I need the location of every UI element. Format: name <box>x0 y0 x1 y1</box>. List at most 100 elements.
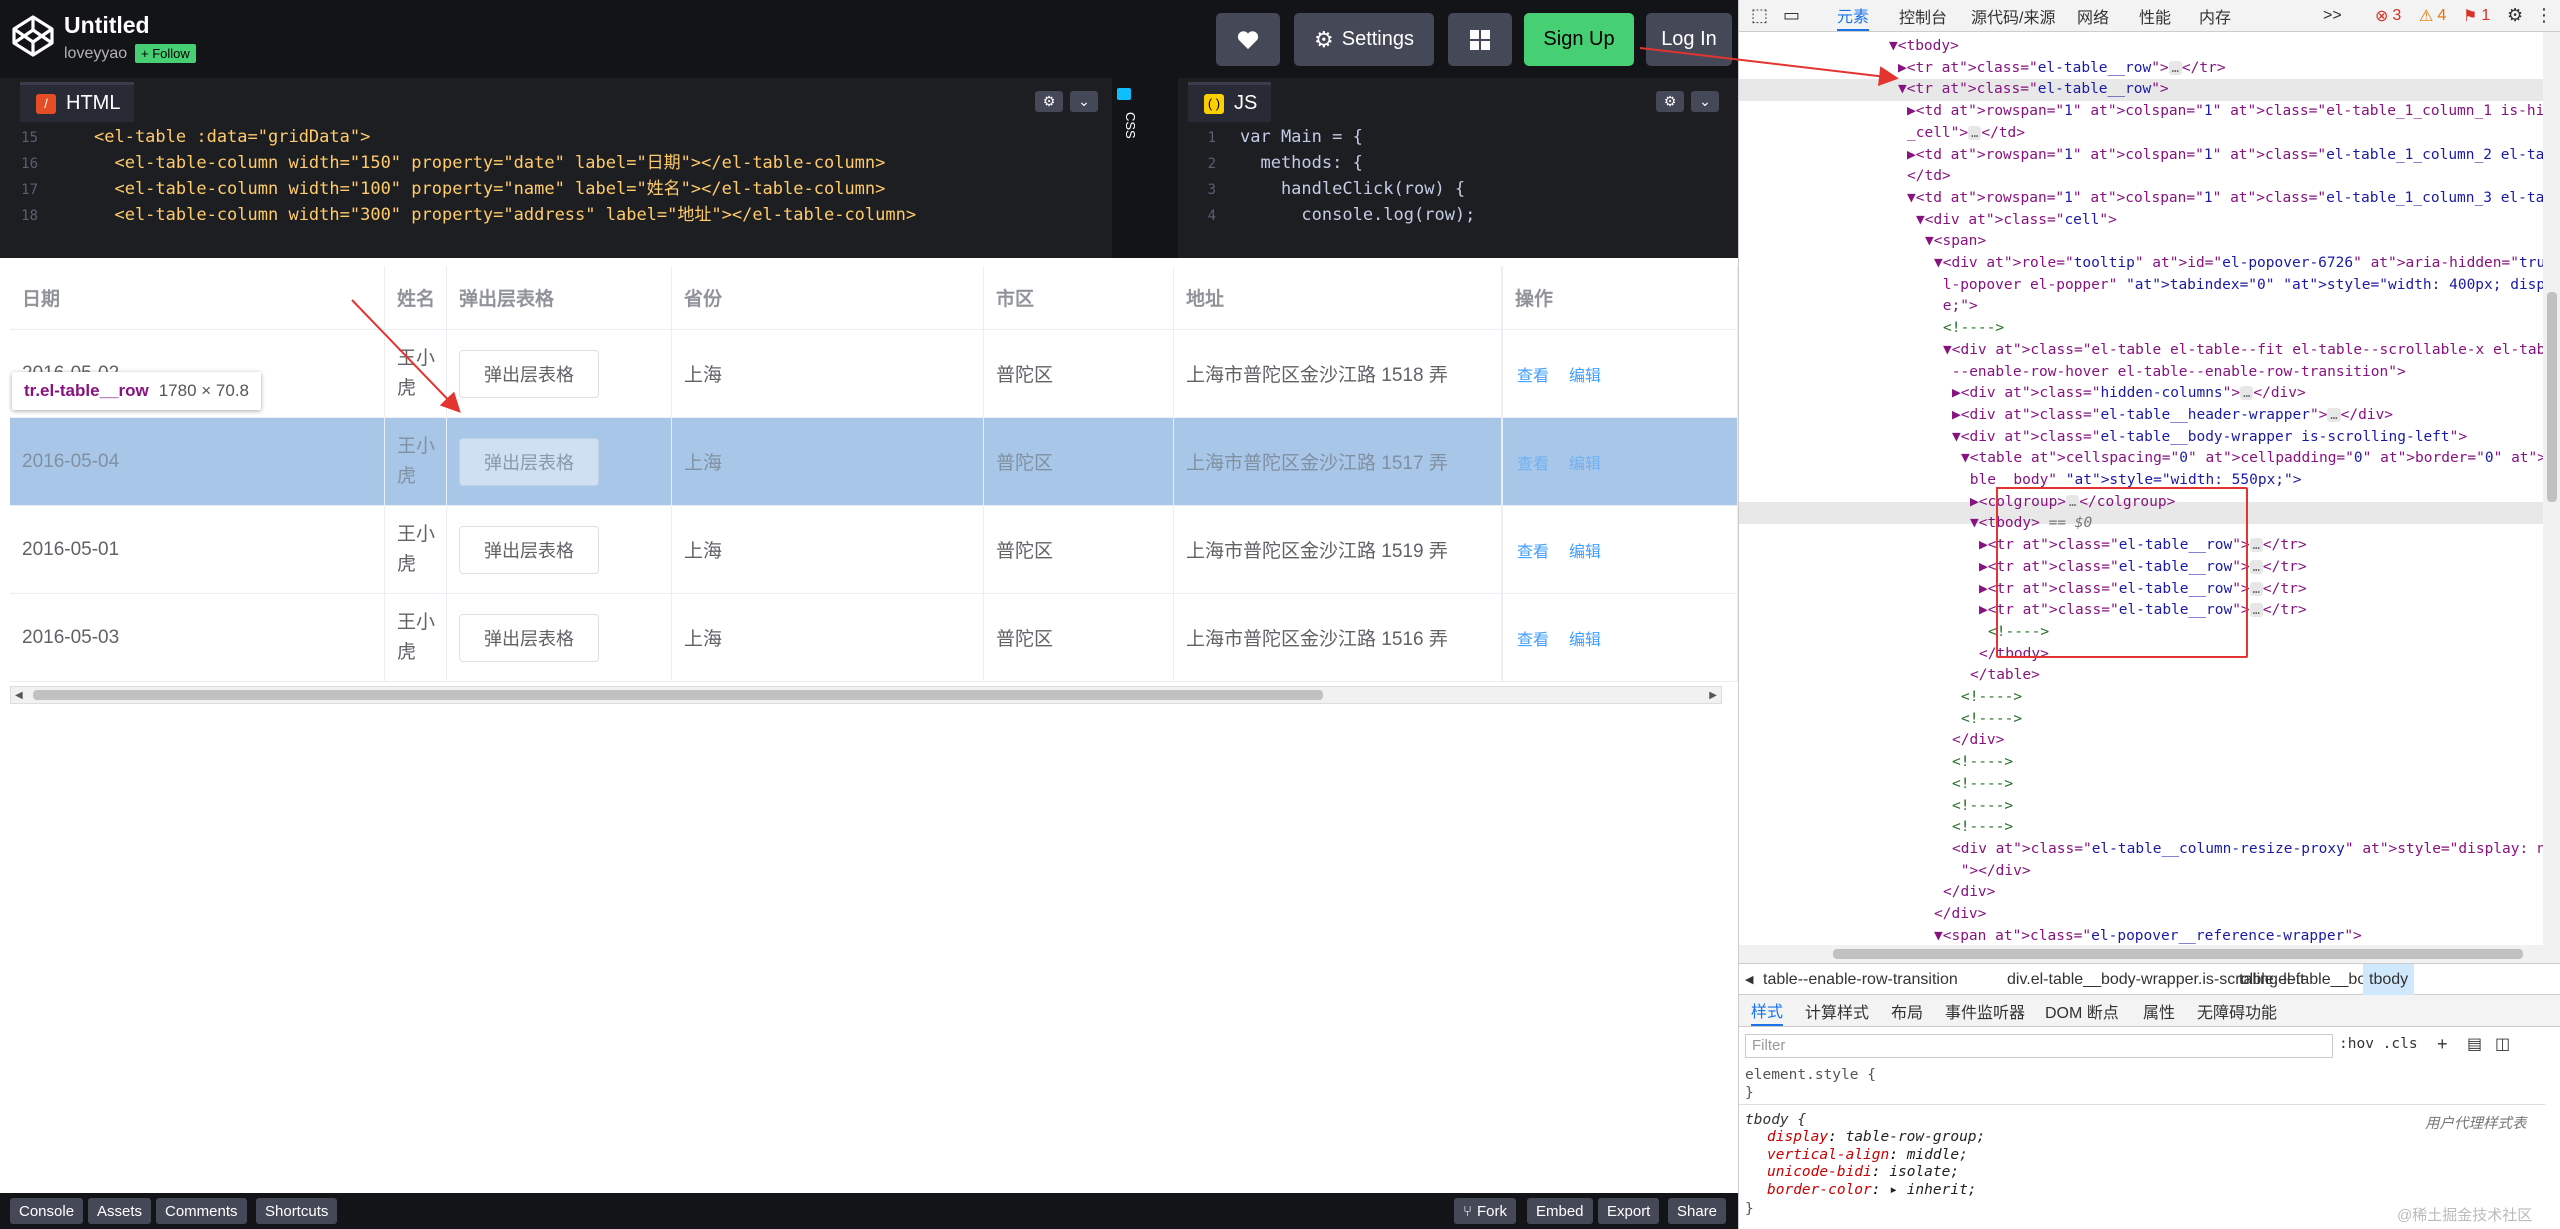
login-button[interactable]: Log In <box>1646 13 1732 66</box>
tbody-rule-selector[interactable]: tbody { <box>1745 1112 1806 1128</box>
new-rule-icon[interactable]: + <box>2437 1034 2448 1055</box>
element-style-rule[interactable]: element.style { <box>1745 1067 1876 1083</box>
dom-vertical-scrollbar[interactable] <box>2543 32 2560 945</box>
popover-table-button[interactable]: 弹出层表格 <box>459 437 599 486</box>
dom-node-line[interactable]: e;"> <box>1934 296 1978 318</box>
inspect-element-icon[interactable]: ⬚ <box>1751 0 1768 31</box>
sidebar-toggle-icon[interactable]: ◫ <box>2495 1034 2510 1054</box>
dom-node-line[interactable]: "></div> <box>1952 861 2031 883</box>
codepen-logo-icon[interactable] <box>10 13 56 59</box>
dom-node-line[interactable]: ▼<div at">class="el-table el-table--fit … <box>1943 340 2543 362</box>
edit-link[interactable]: 编辑 <box>1569 362 1601 386</box>
edit-link[interactable]: 编辑 <box>1569 450 1601 474</box>
devtools-tab[interactable]: 源代码/来源 <box>1971 0 2055 31</box>
dom-node-line[interactable]: _cell">… </td> <box>1907 123 2025 145</box>
share-button[interactable]: Share <box>1668 1198 1727 1224</box>
dom-node-line[interactable]: ▼<tr at">class="el-table__row"> <box>1898 79 2169 101</box>
header-popover[interactable]: 弹出层表格 <box>447 266 672 329</box>
devtools-tab[interactable]: 元素 <box>1837 0 1870 31</box>
dom-node-line[interactable]: </div> <box>1934 904 1986 926</box>
dom-node-line[interactable]: <!----> <box>1961 687 2022 709</box>
dom-node-line[interactable]: </td> <box>1907 166 1951 188</box>
view-link[interactable]: 查看 <box>1517 626 1549 650</box>
dom-node-line[interactable]: ▼<td at">rowspan="1" at">colspan="1" at"… <box>1907 188 2543 210</box>
view-link[interactable]: 查看 <box>1517 450 1549 474</box>
header-address[interactable]: 地址 <box>1174 266 1502 329</box>
js-settings-button[interactable]: ⚙ <box>1656 91 1684 112</box>
dom-node-line[interactable]: ▼<div at">role="tooltip" at">id="el-popo… <box>1934 253 2543 275</box>
css-property[interactable]: vertical-align: middle; <box>1767 1147 1968 1163</box>
dom-node-line[interactable]: ▶<td at">rowspan="1" at">colspan="1" at"… <box>1907 145 2543 167</box>
layout-button[interactable] <box>1448 13 1512 66</box>
signup-button[interactable]: Sign Up <box>1524 13 1634 66</box>
styles-tab[interactable]: 无障碍功能 <box>2197 995 2277 1026</box>
popover-table-button[interactable]: 弹出层表格 <box>459 613 599 662</box>
styles-filter-input[interactable]: Filter <box>1745 1034 2333 1058</box>
table-row[interactable]: 2016-05-03 王小虎 弹出层表格 上海 普陀区 上海市普陀区金沙江路 1516 弄… <box>10 594 1738 682</box>
table-horizontal-scrollbar[interactable]: ◀ ▶ <box>10 686 1722 704</box>
computed-toggle-icon[interactable]: ▤ <box>2467 1034 2482 1054</box>
devtools-settings-icon[interactable]: ⚙ <box>2507 0 2523 31</box>
dom-node-line[interactable]: --enable-row-hover el-table--enable-row-… <box>1943 362 2406 384</box>
styles-tab[interactable]: DOM 断点 <box>2045 995 2119 1026</box>
header-date[interactable]: 日期 <box>10 266 385 329</box>
dom-node-line[interactable]: </table> <box>1970 665 2040 687</box>
edit-link[interactable]: 编辑 <box>1569 538 1601 562</box>
css-property[interactable]: unicode-bidi: isolate; <box>1767 1164 1959 1180</box>
popover-table-button[interactable]: 弹出层表格 <box>459 525 599 574</box>
breadcrumb-item[interactable]: table--enable-row-transition <box>1763 964 1958 995</box>
dom-node-line[interactable]: ▶<td at">rowspan="1" at">colspan="1" at"… <box>1907 101 2543 123</box>
devtools-menu-icon[interactable]: ⋮ <box>2535 0 2553 31</box>
dom-tree[interactable]: ▼<tbody> ▶<tr at">class="el-table__row">…… <box>1739 32 2543 945</box>
dom-node-line[interactable]: <!----> <box>1952 752 2013 774</box>
breadcrumb-item[interactable]: table.el-table__body <box>2239 964 2383 995</box>
html-code[interactable]: 15 <el-table :data="gridData"> 16 <el-tabl… <box>0 124 1112 258</box>
dom-node-line[interactable]: ▶<div at">class="el-table__header-wrappe… <box>1952 405 2393 427</box>
pen-author[interactable]: loveyyao <box>64 45 127 63</box>
styles-tab[interactable]: 计算样式 <box>1805 995 1869 1026</box>
css-property[interactable]: border-color: ▸ inherit; <box>1767 1182 1977 1198</box>
header-name[interactable]: 姓名 <box>385 266 447 329</box>
devtools-tab[interactable]: 网络 <box>2077 0 2109 31</box>
more-tabs-button[interactable]: >> <box>2323 0 2342 31</box>
devtools-tab[interactable]: 内存 <box>2199 0 2231 31</box>
breadcrumb-item[interactable]: tbody <box>2363 964 2415 995</box>
dom-node-line[interactable]: <!----> <box>1952 796 2013 818</box>
embed-button[interactable]: Embed <box>1527 1198 1593 1224</box>
dom-node-line[interactable]: ▼<div at">class="el-table__body-wrapper … <box>1952 427 2467 449</box>
dom-node-line[interactable]: ▶<tr at">class="el-table__row">… </tr> <box>1898 58 2226 80</box>
like-button[interactable] <box>1216 13 1280 66</box>
dom-node-line[interactable]: </div> <box>1943 882 1995 904</box>
table-row[interactable]: 2016-05-01 王小虎 弹出层表格 上海 普陀区 上海市普陀区金沙江路 1519 弄… <box>10 506 1738 594</box>
breadcrumb-back-icon[interactable]: ◀ <box>1745 964 1753 995</box>
styles-tab[interactable]: 布局 <box>1891 995 1923 1026</box>
js-collapse-button[interactable]: ⌄ <box>1691 91 1719 112</box>
scrollbar-thumb[interactable] <box>33 690 1323 700</box>
export-button[interactable]: Export <box>1598 1198 1660 1224</box>
console-button[interactable]: Console <box>10 1198 84 1224</box>
styles-tab[interactable]: 事件监听器 <box>1945 995 2025 1026</box>
assets-button[interactable]: Assets <box>88 1198 152 1224</box>
dom-node-line[interactable]: <!----> <box>1961 709 2022 731</box>
js-pane-tab[interactable]: ( ) JS <box>1188 82 1272 122</box>
dom-node-line[interactable]: <!----> <box>1943 318 2004 340</box>
dom-node-line[interactable]: <!----> <box>1952 774 2013 796</box>
settings-button[interactable]: ⚙ Settings <box>1294 13 1434 66</box>
devtools-tab[interactable]: 性能 <box>2139 0 2171 31</box>
hov-cls-toggles[interactable]: :hov .cls <box>2339 1036 2418 1052</box>
dom-node-line[interactable]: ▼<span> <box>1925 231 1986 253</box>
html-collapse-button[interactable]: ⌄ <box>1070 91 1098 112</box>
dom-node-line[interactable]: ▼<div at">class="cell"> <box>1916 210 2117 232</box>
dom-node-line[interactable]: ▶<div at">class="hidden-columns">… </div> <box>1952 383 2306 405</box>
error-count[interactable]: ⊗ 3 <box>2375 0 2401 31</box>
pen-title[interactable]: Untitled <box>64 12 150 39</box>
dom-node-line[interactable]: <div at">class="el-table__column-resize-… <box>1952 839 2543 861</box>
header-city[interactable]: 市区 <box>984 266 1174 329</box>
html-settings-button[interactable]: ⚙ <box>1035 91 1063 112</box>
styles-tab[interactable]: 样式 <box>1751 995 1784 1026</box>
devtools-tab[interactable]: 控制台 <box>1899 0 1947 31</box>
pane-divider[interactable] <box>1138 78 1178 258</box>
view-link[interactable]: 查看 <box>1517 362 1549 386</box>
table-row[interactable]: 2016-05-04 王小虎 弹出层表格 上海 普陀区 上海市普陀区金沙江路 1517 弄… <box>10 418 1738 506</box>
dom-horizontal-scrollbar[interactable] <box>1739 945 2560 963</box>
